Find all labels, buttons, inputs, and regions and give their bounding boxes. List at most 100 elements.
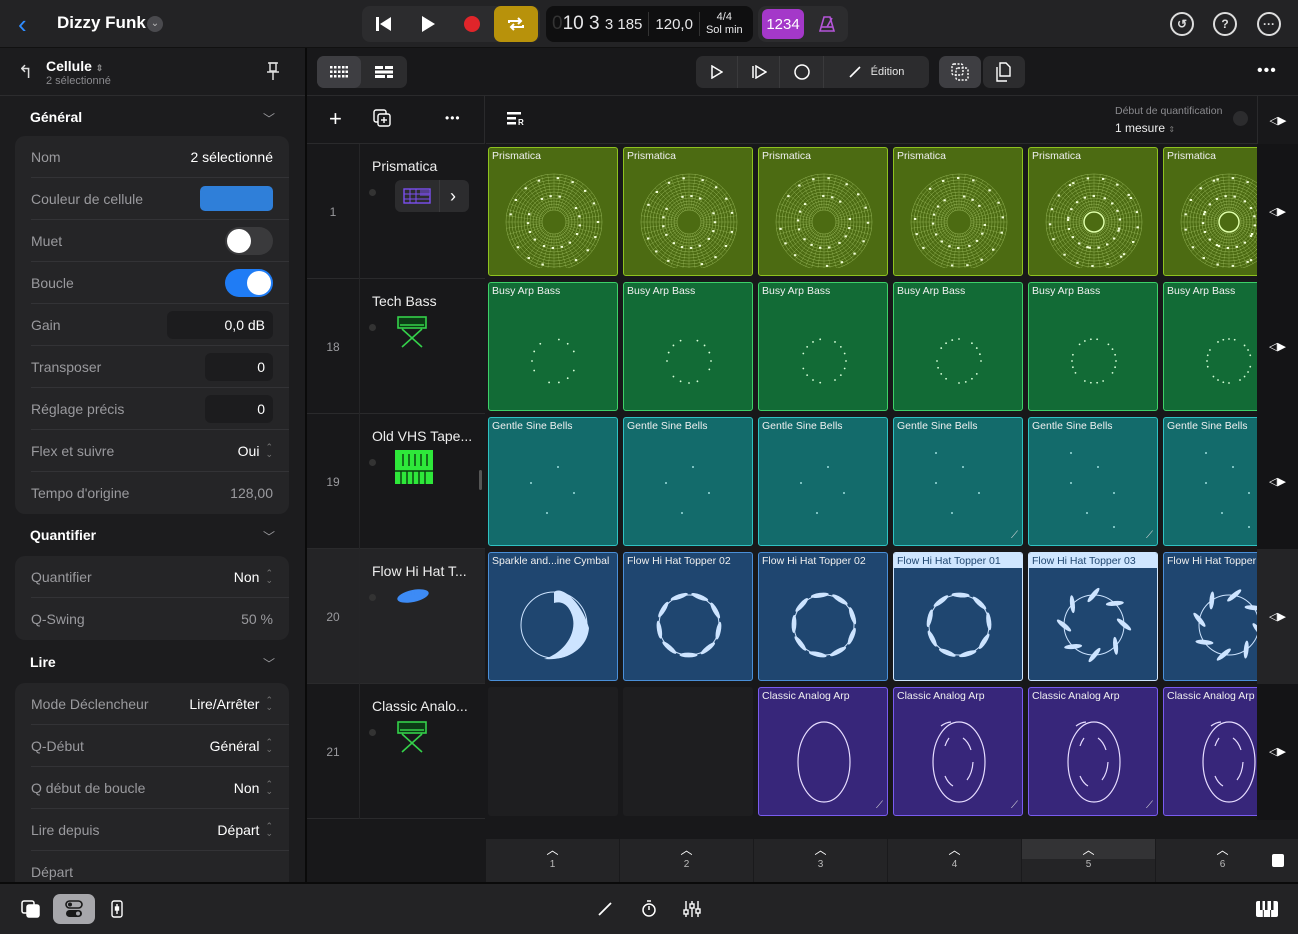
track-header[interactable]: 1 Prismatica › <box>307 144 485 279</box>
trigger-mode-popup[interactable]: Lire/Arrêter ⌃ ⌄ <box>189 695 273 712</box>
sort-button[interactable]: R <box>507 112 527 131</box>
edit-button[interactable]: Édition <box>824 56 929 88</box>
count-in-button[interactable]: 1234 <box>762 9 804 39</box>
browser-button[interactable]: ♫ <box>10 894 52 924</box>
rewind-button[interactable] <box>364 6 404 42</box>
tracks-view-button[interactable] <box>361 56 407 88</box>
clip-cell[interactable]: Gentle Sine Bells ⟋ <box>893 417 1023 546</box>
mixer-button[interactable] <box>671 894 713 924</box>
project-menu-chevron-icon[interactable]: ⌄ <box>147 16 163 32</box>
marquee-select-button[interactable] <box>939 56 981 88</box>
clip-cell[interactable]: Gentle Sine Bells ⟋ <box>1028 417 1158 546</box>
section-general-title[interactable]: Général <box>30 109 82 125</box>
clip-cell[interactable]: Flow Hi Hat Topper 01 <box>893 552 1023 681</box>
cycle-button[interactable] <box>494 6 538 42</box>
stop-all-button[interactable] <box>1257 839 1298 882</box>
inspector-title[interactable]: Cellule ⇕ <box>46 58 103 74</box>
clip-cell[interactable]: Prismatica <box>1028 147 1158 276</box>
transpose-field[interactable]: 0 <box>205 352 273 381</box>
metronome-button[interactable] <box>808 9 846 39</box>
clip-cell[interactable]: Prismatica <box>758 147 888 276</box>
clip-cell[interactable]: Busy Arp Bass <box>623 282 753 411</box>
undo-button[interactable]: ↺ <box>1170 12 1194 36</box>
q-loop-start-popup[interactable]: Non ⌃ ⌄ <box>234 779 273 796</box>
track-header[interactable]: 19 Old VHS Tape... <box>307 414 485 549</box>
clip-cell[interactable]: Busy Arp Bass <box>1028 282 1158 411</box>
track-list-scrollbar[interactable] <box>479 470 482 490</box>
main-more-button[interactable]: ••• <box>1257 62 1277 80</box>
track-header[interactable]: 18 Tech Bass <box>307 279 485 414</box>
clip-cell[interactable]: Classic Analog Arp ⟋ <box>893 687 1023 816</box>
clip-cell[interactable]: Sparkle and...ine Cymbal <box>488 552 618 681</box>
empty-cell-slot[interactable] <box>488 687 618 816</box>
chevron-down-icon[interactable]: ﹀ <box>263 655 275 672</box>
track-expand-button[interactable]: ◁▶ <box>1257 144 1298 279</box>
section-quantize-title[interactable]: Quantifier <box>30 527 96 543</box>
inspector-toggle-button[interactable] <box>53 894 95 924</box>
grid-view-button[interactable] <box>317 56 361 88</box>
play-button[interactable] <box>408 6 448 42</box>
gain-field[interactable]: 0,0 dB <box>167 310 273 339</box>
track-expand-button[interactable]: ◁▶ <box>1257 414 1298 549</box>
mute-toggle[interactable] <box>225 226 273 255</box>
loop-toggle[interactable] <box>225 268 273 297</box>
clip-cell[interactable]: Busy Arp Bass <box>758 282 888 411</box>
empty-cell-slot[interactable] <box>623 687 753 816</box>
record-button[interactable] <box>452 6 492 42</box>
play-cell-button[interactable] <box>696 56 738 88</box>
add-cell-button[interactable] <box>373 109 391 132</box>
track-expand-button[interactable]: ◁▶ <box>1257 279 1298 414</box>
quantize-start-popup[interactable]: 1 mesure ⇕ <box>1115 121 1175 135</box>
add-track-button[interactable]: + <box>329 106 342 132</box>
clip-cell[interactable]: Flow Hi Hat Topper 02 <box>758 552 888 681</box>
flex-follow-popup[interactable]: Oui ⌃ ⌄ <box>238 442 273 459</box>
clip-cell[interactable]: Busy Arp Bass <box>488 282 618 411</box>
keyboard-button[interactable] <box>1246 894 1288 924</box>
name-value[interactable]: 2 sélectionné <box>190 149 273 165</box>
tempo-button[interactable] <box>628 894 670 924</box>
clip-cell[interactable]: Flow Hi Hat Topper 03 <box>1028 552 1158 681</box>
up-level-icon[interactable]: ↰ <box>18 62 33 83</box>
pencil-tool-button[interactable] <box>584 894 626 924</box>
clip-cell[interactable]: Busy Arp Bass <box>893 282 1023 411</box>
scene-trigger[interactable]: ︿ 5 <box>1022 839 1156 882</box>
clip-cell[interactable]: Classic Analog Arp ⟋ <box>758 687 888 816</box>
clip-cell[interactable]: Prismatica <box>893 147 1023 276</box>
q-start-popup[interactable]: Général ⌃ ⌄ <box>210 737 273 754</box>
track-more-button[interactable]: ••• <box>445 111 461 125</box>
cell-color-swatch[interactable] <box>200 186 273 211</box>
drum-machine-icon[interactable]: › <box>395 180 469 212</box>
scene-trigger[interactable]: ︿ 3 <box>754 839 888 882</box>
clip-cell[interactable]: Flow Hi Hat Topper 02 <box>623 552 753 681</box>
back-button[interactable]: ‹ <box>18 11 38 37</box>
lcd-display[interactable]: 010 3 3 185 120,0 4/4 Sol min <box>546 6 753 42</box>
q-swing-value[interactable]: 50 % <box>241 611 273 627</box>
record-cell-button[interactable] <box>780 56 824 88</box>
clip-cell[interactable]: Classic Analog Arp ⟋ <box>1028 687 1158 816</box>
chevron-down-icon[interactable]: ﹀ <box>263 528 275 545</box>
play-from-button[interactable] <box>738 56 780 88</box>
scene-trigger[interactable]: ︿ 1 <box>486 839 620 882</box>
project-title[interactable]: Dizzy Funk <box>57 13 146 33</box>
plugin-button[interactable] <box>96 894 138 924</box>
track-header[interactable]: 21 Classic Analo... <box>307 684 485 819</box>
duplicate-button[interactable] <box>983 56 1025 88</box>
track-header[interactable]: 20 Flow Hi Hat T... <box>307 549 485 684</box>
clip-cell[interactable]: Gentle Sine Bells <box>758 417 888 546</box>
play-from-popup[interactable]: Départ ⌃ ⌄ <box>217 821 273 838</box>
section-play-title[interactable]: Lire <box>30 654 56 670</box>
clip-cell[interactable]: Gentle Sine Bells <box>623 417 753 546</box>
clip-cell[interactable]: Prismatica <box>488 147 618 276</box>
track-expand-button[interactable]: ◁▶ <box>1257 549 1298 684</box>
scene-trigger[interactable]: ︿ 4 <box>888 839 1022 882</box>
more-button[interactable]: ··· <box>1257 12 1281 36</box>
scene-trigger[interactable]: ︿ 2 <box>620 839 754 882</box>
fine-tune-field[interactable]: 0 <box>205 394 273 423</box>
clip-cell[interactable]: Prismatica <box>623 147 753 276</box>
clip-cell[interactable]: Gentle Sine Bells <box>488 417 618 546</box>
track-expand-button[interactable]: ◁▶ <box>1257 684 1298 819</box>
chevron-down-icon[interactable]: ﹀ <box>263 110 275 127</box>
quantize-popup[interactable]: Non ⌃ ⌄ <box>234 568 273 585</box>
help-button[interactable]: ? <box>1213 12 1237 36</box>
collapse-side-button[interactable]: ◁▶ <box>1257 96 1298 144</box>
